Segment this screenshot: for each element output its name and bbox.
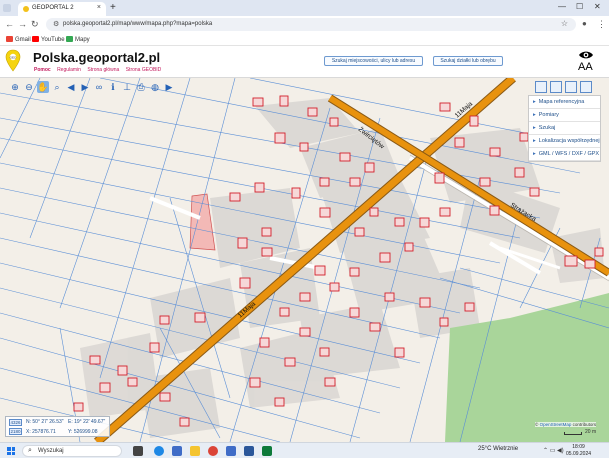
longitude-value: E: 19° 22' 49.67" [68, 419, 106, 425]
reload-icon[interactable]: ↻ [31, 19, 39, 30]
coordinates-panel: 4326 2180 N: 50° 27' 26.53" E: 19° 22' 4… [5, 416, 110, 437]
map-canvas[interactable]: Żwirciętów 11Maja Strażacka 11Maja [0, 78, 609, 442]
search-parcel-button[interactable]: Szukaj działki lub obrębu [433, 56, 503, 66]
osm-link[interactable]: OpenStreetMap [540, 422, 572, 427]
bookmark-star-icon[interactable]: ☆ [561, 19, 568, 28]
tab-close-icon[interactable]: × [97, 4, 101, 11]
caret-right-icon: ▸ [533, 151, 536, 157]
close-window-button[interactable]: ✕ [594, 2, 601, 11]
geobid-link[interactable]: Strona GEOBID [126, 67, 162, 73]
side-panel: ▸ Mapa referencyjna ▸ Pomiary ▸ Szukaj ▸ Lok… [528, 95, 601, 162]
x-value: X: 257876.71 [26, 429, 56, 435]
geoportal-logo[interactable]: GEO [5, 49, 21, 73]
caret-right-icon: ▸ [533, 99, 536, 105]
maximize-button[interactable]: ☐ [576, 2, 583, 11]
minimize-button[interactable]: — [558, 2, 566, 11]
url-text: polska.geoportal2.pl/map/www/mapa.php?ma… [63, 21, 213, 27]
weather-widget[interactable]: 25°C Wietrznie [478, 446, 518, 452]
scale-label: 20 m [585, 429, 597, 435]
bookmark-gmail[interactable]: Gmail [6, 36, 31, 43]
bookmark-youtube[interactable]: YouTube [32, 36, 65, 43]
next-view-icon[interactable]: ▶ [79, 81, 91, 93]
map-view[interactable]: Żwirciętów 11Maja Strażacka 11Maja ⊕ ⊖ ✋… [0, 78, 609, 442]
info-icon[interactable]: ℹ [107, 81, 119, 93]
layout-export-icon[interactable] [565, 81, 577, 93]
tab-title: GEOPORTAL 2 [32, 5, 74, 11]
eye-icon[interactable] [578, 50, 594, 60]
clock[interactable]: 18:09 05.09.2024 [566, 444, 591, 458]
svg-text:GEO: GEO [10, 56, 17, 60]
youtube-icon [32, 36, 39, 42]
panel-reference-map[interactable]: ▸ Mapa referencyjna [529, 96, 600, 109]
chrome-icon[interactable] [208, 446, 218, 456]
panel-gml-wfs[interactable]: ▸ GML / WFS / DXF / GPX [529, 148, 600, 161]
edge-icon[interactable] [154, 446, 164, 456]
maps-icon [66, 36, 73, 42]
taskbar-search[interactable]: ⌕ Wyszukaj [22, 445, 122, 457]
latitude-value: N: 50° 27' 26.53" [26, 419, 64, 425]
gmail-icon [6, 36, 13, 42]
app-icon[interactable] [262, 446, 272, 456]
home-link[interactable]: Strona główna [87, 67, 119, 73]
caret-right-icon: ▸ [533, 125, 536, 131]
video-icon[interactable]: ▶ [163, 81, 175, 93]
search-address-button[interactable]: Szukaj miejscowości, ulicy lub adresu [324, 56, 423, 66]
layout-top-icon[interactable] [535, 81, 547, 93]
layout-side-icon[interactable] [580, 81, 592, 93]
geoportal-header: GEO Polska.geoportal2.pl Pomoc Regulamin… [0, 46, 609, 78]
measure-icon[interactable]: ⊥ [121, 81, 133, 93]
app-icon[interactable] [172, 446, 182, 456]
browser-tab-bar: GEOPORTAL 2 × + — ☐ ✕ [0, 0, 609, 16]
site-title[interactable]: Polska.geoportal2.pl [33, 50, 160, 65]
bookmark-maps[interactable]: Mapy [66, 36, 90, 43]
header-links: Pomoc Regulamin Strona główna Strona GEO… [34, 67, 166, 73]
caret-right-icon: ▸ [533, 138, 536, 144]
search-placeholder: Wyszukaj [38, 448, 64, 454]
file-explorer-icon[interactable] [190, 446, 200, 456]
forward-arrow-icon[interactable]: → [18, 19, 27, 29]
layout-split-icon[interactable] [550, 81, 562, 93]
epsg-2180-button[interactable]: 2180 [9, 428, 22, 435]
globe-icon[interactable]: ◍ [149, 81, 161, 93]
epsg-4326-button[interactable]: 4326 [9, 419, 22, 426]
windows-start-icon[interactable] [7, 447, 15, 455]
help-link[interactable]: Pomoc [34, 67, 51, 73]
scale-bar: 20 m [564, 428, 604, 436]
new-tab-button[interactable]: + [110, 2, 116, 13]
windows-taskbar: ⌕ Wyszukaj 25°C Wietrznie ⌃ ▭ ◀) 18:09 0… [0, 442, 609, 458]
word-icon[interactable] [244, 446, 254, 456]
browser-nav-bar: ← → ↻ ⚙ polska.geoportal2.pl/map/www/map… [0, 16, 609, 34]
tab-actions-icon[interactable] [3, 4, 11, 12]
previous-view-icon[interactable]: ◀ [65, 81, 77, 93]
pan-hand-icon[interactable]: ✋ [37, 81, 49, 93]
zoom-box-icon[interactable]: ⌕ [51, 81, 63, 93]
site-info-icon[interactable]: ⚙ [53, 20, 59, 28]
search-icon: ⌕ [28, 447, 32, 454]
app-icon[interactable] [226, 446, 236, 456]
link-icon[interactable]: ∞ [93, 81, 105, 93]
back-arrow-icon[interactable]: ← [5, 19, 14, 29]
geoportal-favicon-icon [23, 6, 29, 12]
clock-date: 05.09.2024 [566, 451, 592, 457]
zoom-in-icon[interactable]: ⊕ [9, 81, 21, 93]
system-tray[interactable]: ⌃ ▭ ◀) [543, 447, 564, 454]
zoom-out-icon[interactable]: ⊖ [23, 81, 35, 93]
browser-tab[interactable]: GEOPORTAL 2 × [18, 2, 106, 16]
browser-menu-icon[interactable]: ⋮ [597, 19, 606, 30]
clock-time: 18:09 [572, 444, 585, 450]
bookmarks-bar: Gmail YouTube Mapy [0, 34, 609, 46]
panel-coordinate-location[interactable]: ▸ Lokalizacja współrzędnej [529, 135, 600, 148]
font-size-toggle[interactable]: AA [578, 61, 593, 73]
address-bar[interactable]: ⚙ polska.geoportal2.pl/map/www/mapa.php?… [46, 18, 576, 31]
caret-right-icon: ▸ [533, 112, 536, 118]
profile-icon[interactable]: ● [582, 19, 587, 28]
panel-measurements[interactable]: ▸ Pomiary [529, 109, 600, 122]
map-attribution: © OpenStreetMap contributors [535, 422, 597, 427]
terms-link[interactable]: Regulamin [57, 67, 81, 73]
task-view-icon[interactable] [133, 446, 143, 456]
print-icon[interactable]: ⎙ [135, 81, 147, 93]
panel-search[interactable]: ▸ Szukaj [529, 122, 600, 135]
y-value: Y: 526999.08 [68, 429, 98, 435]
